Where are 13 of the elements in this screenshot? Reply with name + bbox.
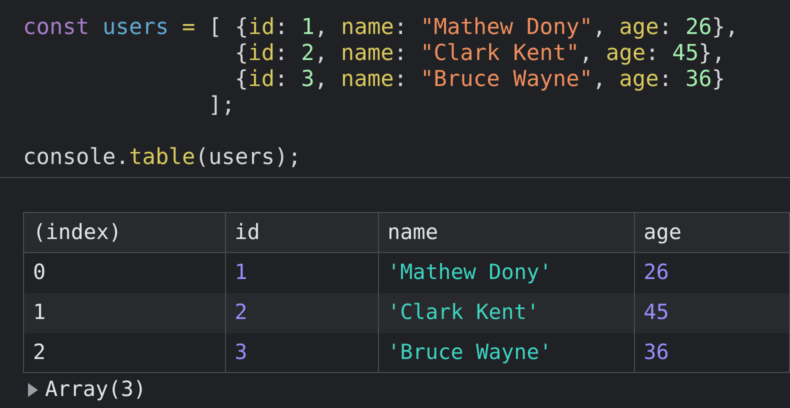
- table-cell: 36: [634, 332, 790, 372]
- code-line: ];: [207, 93, 236, 119]
- table-cell: 3: [225, 332, 378, 372]
- code-line: {id: 2, name: "Clark Kent", age: 45},: [234, 41, 726, 67]
- array-summary[interactable]: Array(3): [45, 374, 146, 406]
- table-cell: 2: [24, 332, 226, 372]
- code-line: const users = [ {id: 1, name: "Mathew Dony", age: 26},: [23, 15, 740, 41]
- column-header[interactable]: (index): [24, 212, 226, 252]
- caret-right-icon[interactable]: [27, 383, 39, 397]
- column-header[interactable]: name: [378, 212, 634, 252]
- code-line: console.table(users);: [23, 145, 302, 171]
- code-line: {id: 3, name: "Bruce Wayne", age: 36}: [234, 67, 726, 93]
- table-cell: 'Bruce Wayne': [378, 332, 634, 372]
